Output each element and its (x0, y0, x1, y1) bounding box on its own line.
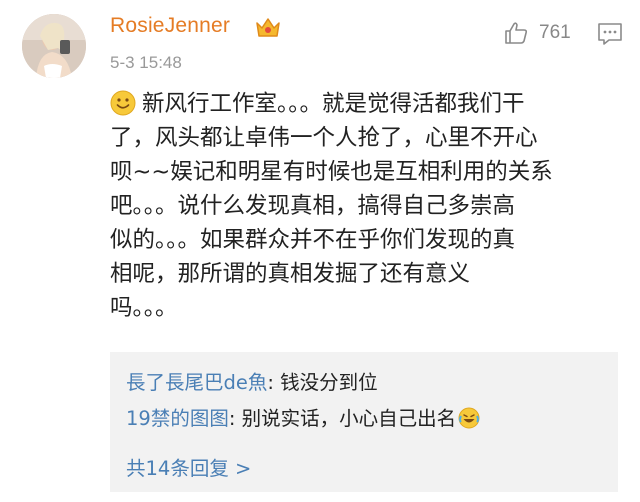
post-body-line: 新风行工作室。。。就是觉得活都我们干 (142, 91, 525, 117)
thumbs-up-icon (505, 22, 528, 44)
smile-emoji-icon (110, 90, 136, 116)
more-replies-link[interactable]: 共14条回复 > (126, 452, 251, 481)
reply-text: : 钱没分到位 (267, 371, 378, 394)
post-timestamp: 5-3 15:48 (110, 53, 182, 72)
avatar[interactable] (22, 14, 86, 78)
post-body: 新风行工作室。。。就是觉得活都我们干 了，风头都让卓伟一个人抢了，心里不开心 呗… (110, 87, 615, 325)
post-body-line: 吗。。。 (110, 295, 178, 321)
crown-icon (256, 18, 280, 37)
comment-icon (598, 23, 622, 45)
post-body-line: 了，风头都让卓伟一个人抢了，心里不开心 (110, 125, 538, 151)
post-body-line: 似的。。。如果群众并不在乎你们发现的真 (110, 227, 516, 253)
reply-text: : 别说实话，小心自己出名 (228, 407, 457, 430)
reply-author[interactable]: 長了長尾巴de魚 (126, 371, 267, 394)
like-count: 761 (539, 22, 571, 43)
replies-panel: 長了長尾巴de魚: 钱没分到位 19禁的图图: 别说实话，小心自己出名 共14条… (110, 352, 618, 492)
comment-button[interactable] (597, 22, 623, 50)
reply-item[interactable]: 19禁的图图: 别说实话，小心自己出名 (126, 402, 480, 431)
like-button[interactable]: 761 (503, 20, 571, 46)
reply-item[interactable]: 長了長尾巴de魚: 钱没分到位 (126, 366, 378, 395)
post-body-line: 呗~~娱记和明星有时候也是互相利用的关系 (110, 159, 553, 185)
post-body-line: 相呢，那所谓的真相发掘了还有意义 (110, 261, 471, 287)
username[interactable]: RosieJenner (110, 14, 230, 38)
reply-author[interactable]: 19禁的图图 (126, 407, 229, 430)
laugh-cry-emoji-icon (458, 407, 480, 429)
post-body-line: 吧。。。说什么发现真相，搞得自己多崇高 (110, 193, 516, 219)
